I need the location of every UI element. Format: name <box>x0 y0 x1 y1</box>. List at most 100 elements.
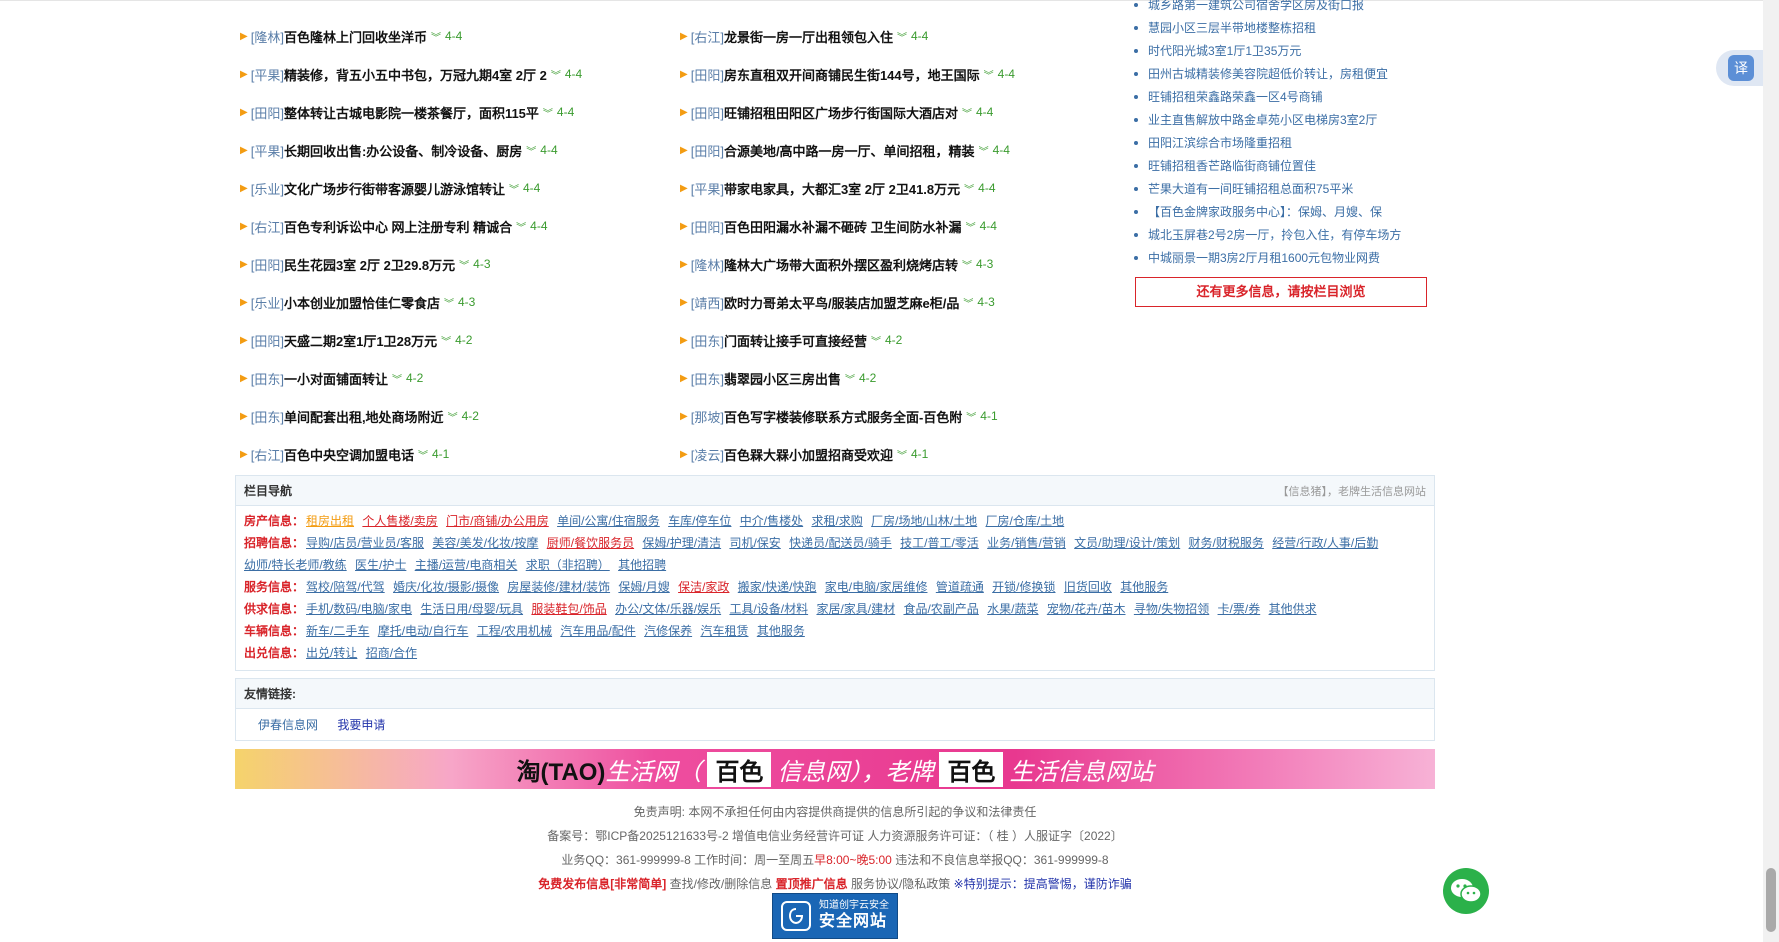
category-link[interactable]: 汽修保养 <box>644 624 692 638</box>
sidebar-item[interactable]: 【百色金牌家政服务中心】：保姆、月嫂、保 <box>1133 201 1433 224</box>
category-link[interactable]: 厂房/仓库/土地 <box>986 514 1065 528</box>
category-link[interactable]: 工具/设备/材料 <box>729 602 808 616</box>
listing-item[interactable]: ▶ [隆林] 百色隆林上门回收坐洋币 ︾ 4-4 <box>240 27 680 46</box>
category-link[interactable]: 求职（非招聘） <box>526 558 610 572</box>
category-link[interactable]: 其他服务 <box>757 624 805 638</box>
sidebar-item[interactable]: 田阳江滨综合市场隆重招租 <box>1133 132 1433 155</box>
listing-title[interactable]: 天盛二期2室1厅1卫28万元 <box>284 331 437 350</box>
listing-area[interactable]: [右江] <box>251 445 284 464</box>
category-link[interactable]: 其他服务 <box>1120 580 1168 594</box>
category-link[interactable]: 开锁/修换锁 <box>992 580 1055 594</box>
listing-item[interactable]: ▶ [田东] 翡翠园小区三房出售 ︾ 4-2 <box>680 369 1120 388</box>
sidebar-item-label[interactable]: 城乡路第一建筑公司宿舍学区房及街口报 <box>1148 0 1364 12</box>
category-link[interactable]: 幼师/特长老师/教练 <box>244 558 347 572</box>
category-link[interactable]: 其他招聘 <box>618 558 666 572</box>
category-link[interactable]: 保姆/月嫂 <box>618 580 669 594</box>
listing-area[interactable]: [田东] <box>691 369 724 388</box>
listing-area[interactable]: [田阳] <box>251 255 284 274</box>
sidebar-item-label[interactable]: 旺铺招租香芒路临街商铺位置佳 <box>1148 159 1316 173</box>
category-link[interactable]: 快递员/配送员/骑手 <box>789 536 892 550</box>
listing-item[interactable]: ▶ [乐业] 小本创业加盟恰佳仁零食店 ︾ 4-3 <box>240 293 680 312</box>
listing-item[interactable]: ▶ [乐业] 文化广场步行街带客源婴儿游泳馆转让 ︾ 4-4 <box>240 179 680 198</box>
sidebar-item[interactable]: 田州古城精装修美容院超低价转让，房租便宜 <box>1133 63 1433 86</box>
listing-area[interactable]: [田阳] <box>691 65 724 84</box>
listing-item[interactable]: ▶ [右江] 百色中央空调加盟电话 ︾ 4-1 <box>240 445 680 464</box>
page-scrollbar[interactable] <box>1763 0 1779 942</box>
category-link[interactable]: 厂房/场地/山林/土地 <box>871 514 977 528</box>
category-link[interactable]: 文员/助理/设计/策划 <box>1074 536 1180 550</box>
category-link[interactable]: 水果/蔬菜 <box>987 602 1038 616</box>
wechat-button[interactable] <box>1443 868 1489 914</box>
category-link[interactable]: 美容/美发/化妆/按摩 <box>432 536 538 550</box>
listing-area[interactable]: [田东] <box>691 331 724 350</box>
category-link[interactable]: 服装鞋包/饰品 <box>531 602 606 616</box>
category-link[interactable]: 家电/电脑/家居维修 <box>825 580 928 594</box>
category-link[interactable]: 导购/店员/营业员/客服 <box>306 536 424 550</box>
sidebar-item-label[interactable]: 田阳江滨综合市场隆重招租 <box>1148 136 1292 150</box>
listing-title[interactable]: 精装修，背五小五中书包，万冠九期4室 2厅 2 <box>284 65 547 84</box>
sidebar-item[interactable]: 旺铺招租香芒路临街商铺位置佳 <box>1133 155 1433 178</box>
listing-area[interactable]: [隆林] <box>251 27 284 46</box>
listing-title[interactable]: 百色田阳漏水补漏不砸砖 卫生间防水补漏 <box>724 217 962 236</box>
category-link[interactable]: 生活日用/母婴/玩具 <box>420 602 523 616</box>
category-link[interactable]: 食品/农副产品 <box>903 602 978 616</box>
listing-title[interactable]: 百色写字楼装修联系方式服务全面-百色附 <box>724 407 962 426</box>
listing-area[interactable]: [田阳] <box>691 103 724 122</box>
sidebar-item[interactable]: 时代阳光城3室1厅1卫35万元 <box>1133 40 1433 63</box>
listing-item[interactable]: ▶ [田阳] 整体转让古城电影院一楼茶餐厅，面积115平 ︾ 4-4 <box>240 103 680 122</box>
listing-title[interactable]: 百色隆林上门回收坐洋币 <box>284 27 427 46</box>
listing-item[interactable]: ▶ [田阳] 合源美地/高中路一房一厅、单间招租，精装 ︾ 4-4 <box>680 141 1120 160</box>
listing-item[interactable]: ▶ [隆林] 隆林大广场带大面积外摆区盈利烧烤店转 ︾ 4-3 <box>680 255 1120 274</box>
listing-title[interactable]: 百色中央空调加盟电话 <box>284 445 414 464</box>
category-link[interactable]: 经营/行政/人事/后勤 <box>1272 536 1378 550</box>
listing-area[interactable]: [右江] <box>251 217 284 236</box>
listing-area[interactable]: [靖西] <box>691 293 724 312</box>
category-link[interactable]: 技工/普工/零活 <box>900 536 979 550</box>
listing-area[interactable]: [田东] <box>251 407 284 426</box>
category-link[interactable]: 办公/文体/乐器/娱乐 <box>615 602 721 616</box>
sidebar-item[interactable]: 旺铺招租荣鑫路荣鑫一区4号商铺 <box>1133 86 1433 109</box>
listing-title[interactable]: 小本创业加盟恰佳仁零食店 <box>284 293 440 312</box>
category-link[interactable]: 手机/数码/电脑/家电 <box>306 602 412 616</box>
sidebar-item-label[interactable]: 城北玉屏巷2号2房一厅，拎包入住，有停车场方 <box>1148 228 1401 242</box>
category-link[interactable]: 保姆/护理/清洁 <box>642 536 721 550</box>
listing-item[interactable]: ▶ [右江] 龙景街一房一厅出租领包入住 ︾ 4-4 <box>680 27 1120 46</box>
sidebar-item-label[interactable]: 旺铺招租荣鑫路荣鑫一区4号商铺 <box>1148 90 1323 104</box>
category-link[interactable]: 搬家/快递/快跑 <box>738 580 817 594</box>
listing-title[interactable]: 旺铺招租田阳区广场步行街国际大酒店对 <box>724 103 958 122</box>
listing-area[interactable]: [右江] <box>691 27 724 46</box>
sidebar-item-label[interactable]: 慧园小区三层半带地楼整栋招租 <box>1148 21 1316 35</box>
site-banner[interactable]: 淘(TAO) 生活网（ 百色 信息网），老牌 百色 生活信息网站 <box>235 749 1435 789</box>
listing-area[interactable]: [田东] <box>251 369 284 388</box>
listing-title[interactable]: 门面转让接手可直接经营 <box>724 331 867 350</box>
listing-title[interactable]: 百色槑大槑小加盟招商受欢迎 <box>724 445 893 464</box>
category-link[interactable]: 单间/公寓/住宿服务 <box>557 514 660 528</box>
sidebar-item[interactable]: 城北玉屏巷2号2房一厅，拎包入住，有停车场方 <box>1133 224 1433 247</box>
listing-item[interactable]: ▶ [右江] 百色专利诉讼中心 网上注册专利 精诚合 ︾ 4-4 <box>240 217 680 236</box>
listing-area[interactable]: [乐业] <box>251 179 284 198</box>
agreement-link[interactable]: 服务协议/隐私政策 <box>851 877 950 891</box>
category-link[interactable]: 婚庆/化妆/摄影/摄像 <box>393 580 499 594</box>
listing-title[interactable]: 龙景街一房一厅出租领包入住 <box>724 27 893 46</box>
sidebar-item[interactable]: 业主直售解放中路金卓苑小区电梯房3室2厅 <box>1133 109 1433 132</box>
category-link[interactable]: 驾校/陪驾/代驾 <box>306 580 385 594</box>
category-link[interactable]: 新车/二手车 <box>306 624 369 638</box>
category-link[interactable]: 保洁/家政 <box>678 580 729 594</box>
listing-title[interactable]: 房东直租双开间商铺民生街144号，地王国际 <box>724 65 980 84</box>
listing-title[interactable]: 欧时力哥弟太平鸟/服装店加盟芝麻e柜/品 <box>724 293 959 312</box>
more-info-button[interactable]: 还有更多信息，请按栏目浏览 <box>1135 277 1427 307</box>
listing-title[interactable]: 单间配套出租,地处商场附近 <box>284 407 444 426</box>
listing-area[interactable]: [田阳] <box>691 141 724 160</box>
listing-area[interactable]: [乐业] <box>251 293 284 312</box>
listing-area[interactable]: [平果] <box>251 141 284 160</box>
listing-area[interactable]: [凌云] <box>691 445 724 464</box>
category-link[interactable]: 旧货回收 <box>1064 580 1112 594</box>
category-link[interactable]: 房屋装修/建材/装饰 <box>507 580 610 594</box>
sidebar-item-label[interactable]: 时代阳光城3室1厅1卫35万元 <box>1148 44 1301 58</box>
listing-area[interactable]: [田阳] <box>251 103 284 122</box>
category-link[interactable]: 工程/农用机械 <box>477 624 552 638</box>
category-link[interactable]: 求租/求购 <box>811 514 862 528</box>
category-link[interactable]: 司机/保安 <box>729 536 780 550</box>
category-link[interactable]: 摩托/电动/自行车 <box>378 624 469 638</box>
sidebar-item[interactable]: 芒果大道有一间旺铺招租总面积75平米 <box>1133 178 1433 201</box>
